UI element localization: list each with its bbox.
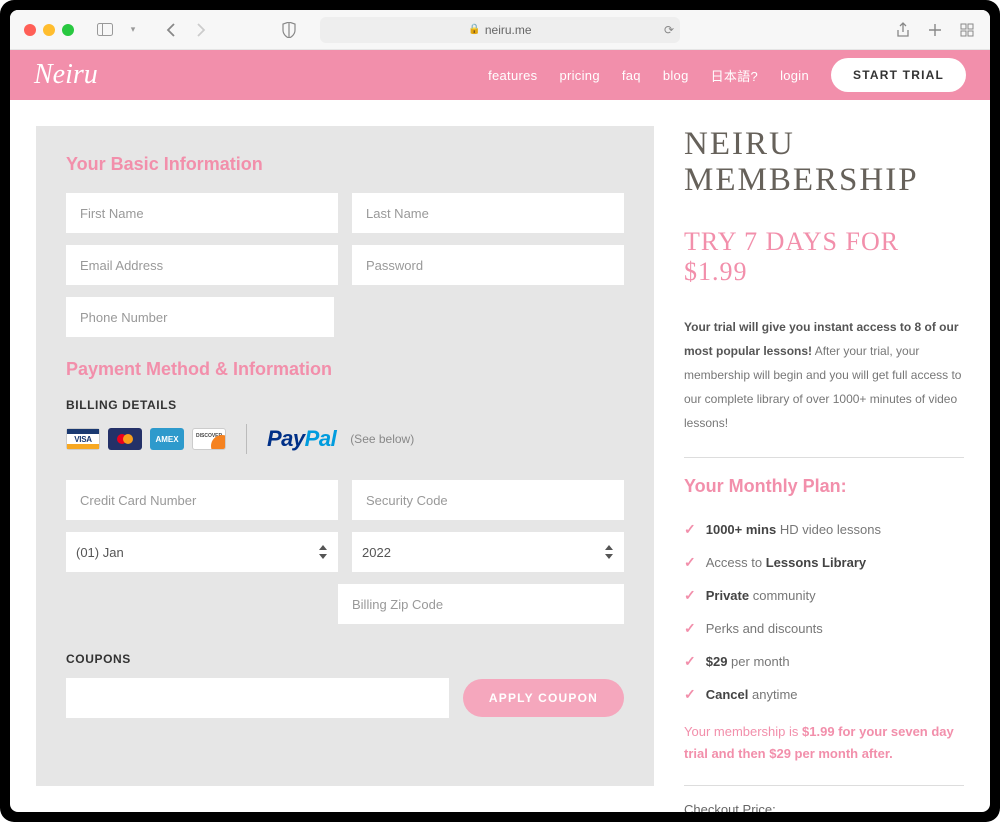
signup-form: Your Basic Information Payment Method & … <box>36 126 654 786</box>
plan-item: ✓Private community <box>684 579 964 612</box>
start-trial-button[interactable]: START TRIAL <box>831 58 966 92</box>
last-name-input[interactable] <box>352 193 624 233</box>
check-icon: ✓ <box>684 587 696 604</box>
plan-item: ✓1000+ mins HD video lessons <box>684 513 964 546</box>
maximize-window-icon[interactable] <box>62 24 74 36</box>
first-name-input[interactable] <box>66 193 338 233</box>
membership-title: Neiru Membership <box>684 126 964 199</box>
amex-icon: AMEX <box>150 428 184 450</box>
coupon-input[interactable] <box>66 678 449 718</box>
phone-input[interactable] <box>66 297 334 337</box>
url-bar[interactable]: 🔒 neiru.me ⟳ <box>320 17 680 43</box>
apply-coupon-button[interactable]: APPLY COUPON <box>463 679 624 717</box>
privacy-shield-icon[interactable] <box>280 21 298 39</box>
new-tab-icon[interactable] <box>926 21 944 39</box>
discover-icon: DISCOVER <box>192 428 226 450</box>
visa-icon: VISA <box>66 428 100 450</box>
basic-info-heading: Your Basic Information <box>66 154 624 175</box>
lock-icon: 🔒 <box>468 24 480 35</box>
membership-price-text: Your membership is $1.99 for your seven … <box>684 721 964 786</box>
email-input[interactable] <box>66 245 338 285</box>
main-nav: features pricing faq blog 日本語? login STA… <box>488 58 966 92</box>
paypal-icon: PayPal <box>267 426 336 452</box>
billing-zip-input[interactable] <box>338 584 624 624</box>
plan-item: ✓Access to Lessons Library <box>684 546 964 579</box>
site-logo[interactable]: Neiru <box>34 59 98 91</box>
share-icon[interactable] <box>894 21 912 39</box>
check-icon: ✓ <box>684 521 696 538</box>
coupons-heading: COUPONS <box>66 652 624 666</box>
trial-description: Your trial will give you instant access … <box>684 315 964 458</box>
check-icon: ✓ <box>684 653 696 670</box>
security-code-input[interactable] <box>352 480 624 520</box>
divider <box>246 424 247 454</box>
nav-language[interactable]: 日本語? <box>711 66 758 85</box>
trial-subtitle: Try 7 days for $1.99 <box>684 227 964 287</box>
sidebar-toggle-icon[interactable] <box>96 21 114 39</box>
nav-faq[interactable]: faq <box>622 68 641 83</box>
minimize-window-icon[interactable] <box>43 24 55 36</box>
plan-item: ✓Perks and discounts <box>684 612 964 645</box>
site-header: Neiru features pricing faq blog 日本語? log… <box>10 50 990 100</box>
plan-features-list: ✓1000+ mins HD video lessons ✓Access to … <box>684 513 964 711</box>
back-icon[interactable] <box>162 21 180 39</box>
close-window-icon[interactable] <box>24 24 36 36</box>
card-number-input[interactable] <box>66 480 338 520</box>
plan-item: ✓Cancel anytime <box>684 678 964 711</box>
url-text: neiru.me <box>485 23 532 37</box>
tabs-grid-icon[interactable] <box>958 21 976 39</box>
plan-item: ✓$29 per month <box>684 645 964 678</box>
nav-login[interactable]: login <box>780 68 809 83</box>
payment-heading: Payment Method & Information <box>66 359 624 380</box>
browser-toolbar: ▾ 🔒 neiru.me ⟳ <box>10 10 990 50</box>
expiry-month-select[interactable]: (01) Jan <box>66 532 338 572</box>
nav-features[interactable]: features <box>488 68 537 83</box>
nav-pricing[interactable]: pricing <box>559 68 599 83</box>
check-icon: ✓ <box>684 686 696 703</box>
check-icon: ✓ <box>684 554 696 571</box>
reload-icon[interactable]: ⟳ <box>664 23 674 37</box>
forward-icon[interactable] <box>192 21 210 39</box>
mastercard-icon <box>108 428 142 450</box>
plan-heading: Your Monthly Plan: <box>684 476 964 497</box>
nav-blog[interactable]: blog <box>663 68 689 83</box>
checkout-price-label: Checkout Price: <box>684 802 964 812</box>
billing-subheading: BILLING DETAILS <box>66 398 624 412</box>
membership-sidebar: Neiru Membership Try 7 days for $1.99 Yo… <box>684 126 964 786</box>
paypal-note: (See below) <box>350 432 414 446</box>
password-input[interactable] <box>352 245 624 285</box>
expiry-year-select[interactable]: 2022 <box>352 532 624 572</box>
check-icon: ✓ <box>684 620 696 637</box>
chevron-down-icon[interactable]: ▾ <box>124 21 142 39</box>
